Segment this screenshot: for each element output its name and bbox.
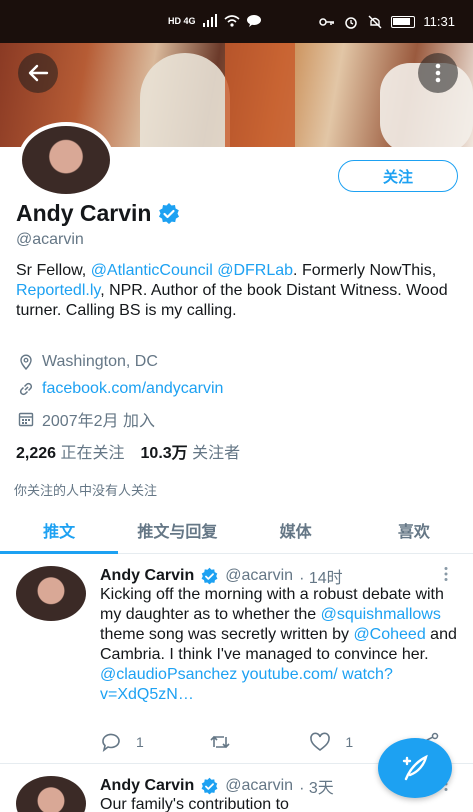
tweet-text-part: theme song was secretly written by [100, 626, 354, 643]
key-icon [319, 17, 335, 26]
verified-badge-icon [201, 777, 218, 794]
back-arrow-icon [28, 64, 49, 82]
compose-tweet-button[interactable] [378, 738, 452, 798]
bio-link-dfrlab[interactable]: @DFRLab [217, 262, 293, 279]
calendar-icon [18, 412, 34, 427]
retweet-icon [210, 735, 230, 749]
followers-count-link[interactable]: 10.3万 关注者 [141, 439, 241, 463]
profile-website: facebook.com/andycarvin [18, 380, 223, 398]
more-options-button[interactable] [418, 53, 458, 93]
followers-label: 关注者 [192, 445, 241, 462]
back-button[interactable] [18, 53, 58, 93]
reply-count: 1 [136, 734, 144, 750]
tweet-text: Kicking off the morning with a robust de… [100, 585, 460, 705]
common-followers-note: 你关注的人中没有人关注 [14, 483, 158, 498]
reply-icon [102, 733, 120, 752]
mention-coheed[interactable]: @Coheed [353, 626, 425, 643]
bio-link-atlanticcouncil[interactable]: @AtlanticCouncil [91, 262, 213, 279]
network-indicator: HD 4G [168, 16, 196, 26]
mute-icon [368, 15, 382, 28]
bio-link-reportedly[interactable]: Reportedl.ly [16, 282, 100, 299]
signal-icon [202, 14, 217, 27]
tweet-item[interactable]: Andy Carvin @acarvin · 14时 Kicking off t… [0, 554, 473, 764]
like-count: 1 [345, 734, 354, 750]
tweet-text: Our family's contribution to [100, 796, 289, 812]
profile-bio: Sr Fellow, @AtlanticCouncil @DFRLab. For… [16, 261, 456, 321]
tab-likes[interactable]: 喜欢 [355, 506, 473, 553]
more-vertical-icon [435, 63, 441, 83]
profile-tabs: 推文 推文与回复 媒体 喜欢 [0, 506, 473, 554]
followers-count: 10.3万 [140, 445, 188, 462]
tweet-avatar[interactable] [16, 566, 86, 621]
retweet-button[interactable] [209, 732, 245, 752]
verified-badge-icon [159, 202, 180, 224]
bio-text: . Formerly NowThis, [293, 262, 437, 279]
chat-notification-icon [246, 15, 261, 27]
like-button[interactable]: 1 [309, 732, 353, 752]
heart-icon [310, 732, 331, 752]
following-count-link[interactable]: 2,226 正在关注 [16, 439, 125, 463]
location-pin-icon [20, 354, 32, 370]
follow-counts: 2,226 正在关注 10.3万 关注者 [16, 439, 240, 463]
profile-avatar[interactable] [18, 122, 114, 198]
tweet-author-name: Andy Carvin [100, 567, 195, 584]
location-text: Washington, DC [42, 353, 158, 370]
alarm-icon [345, 16, 358, 29]
mention-squishmallows[interactable]: @squishmallows [321, 606, 441, 623]
joined-text: 2007年2月 加入 [42, 413, 155, 430]
clock: 11:31 [423, 14, 455, 29]
profile-name: Andy Carvin [16, 200, 152, 226]
profile-name-row: Andy Carvin [16, 200, 181, 227]
link-icon [19, 382, 33, 396]
profile-location: Washington, DC [18, 353, 158, 371]
status-bar: HD 4G 11:31 [0, 0, 473, 43]
tweet-author-handle: @acarvin [225, 777, 294, 794]
reply-button[interactable]: 1 [100, 732, 144, 752]
tweet-author-handle: @acarvin [225, 567, 294, 584]
bio-text: Sr Fellow, [16, 262, 91, 279]
tweet-avatar[interactable] [16, 776, 86, 812]
wifi-icon [223, 15, 240, 27]
tab-tweets[interactable]: 推文 [0, 506, 119, 554]
tweet-link[interactable]: @claudioPsanchez youtube.com/ watch?v=Xd… [100, 666, 393, 703]
verified-badge-icon [201, 567, 218, 584]
profile-handle: @acarvin [16, 231, 84, 248]
battery-icon [391, 15, 416, 28]
tab-tweets-and-replies[interactable]: 推文与回复 [118, 506, 236, 553]
following-label: 正在关注 [60, 445, 125, 462]
tweet-author-name: Andy Carvin [100, 777, 195, 794]
following-count: 2,226 [16, 445, 57, 462]
tweet-more-icon[interactable] [440, 566, 452, 582]
tab-media[interactable]: 媒体 [237, 506, 355, 553]
website-link[interactable]: facebook.com/andycarvin [42, 380, 223, 398]
follow-button[interactable]: 关注 [338, 160, 458, 192]
profile-joined: 2007年2月 加入 [18, 407, 155, 431]
compose-feather-icon [402, 754, 428, 781]
